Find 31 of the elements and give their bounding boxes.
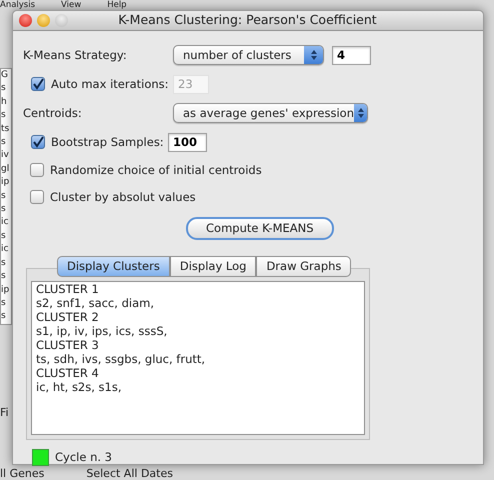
stepper-icon [354, 104, 367, 122]
tab[interactable]: Display Log [170, 256, 256, 278]
checkbox-label: Cluster by absolut values [50, 188, 196, 206]
menu-item[interactable]: Analysis [0, 0, 36, 10]
checkbox-label: Bootstrap Samples: [51, 134, 164, 151]
checkbox[interactable] [30, 190, 44, 204]
tab[interactable]: Draw Graphs [256, 256, 352, 278]
field-label: K-Means Strategy: [23, 46, 128, 64]
menu-item[interactable]: Help [107, 0, 127, 10]
samples-field[interactable]: 100 [168, 132, 207, 152]
label-text: Fi [0, 405, 10, 421]
status-text: Cycle n. 3 [55, 449, 112, 466]
checkbox[interactable] [31, 135, 45, 150]
gene-list: G s h s ts s iv gl ip s s ic s ic s s ip s s [0, 68, 12, 325]
output-text-area: CLUSTER 1 s2, snf1, sacc, diam, CLUSTER 2 s1, ip, iv, ips, ics, sssS, CLUSTER 3 ts, sdh, ivs, ssgbs, gluc, frutt, CLUSTER 4 ic, ht, s2s, s1s, [31, 281, 365, 436]
close-icon[interactable] [19, 14, 32, 27]
centroids-dropdown[interactable]: as average genes' expression [173, 103, 368, 124]
field-label: Centroids: [23, 104, 83, 122]
compute-button[interactable]: Compute K-MEANS [186, 216, 334, 240]
strategy-dropdown[interactable]: number of clusters [173, 45, 324, 66]
label-text: ll Genes [0, 466, 44, 480]
cluster-count-field[interactable]: 4 [332, 46, 371, 65]
tab[interactable]: Display Clusters [57, 256, 170, 278]
minimize-icon[interactable] [37, 14, 50, 27]
label-text: Select All Dates [86, 466, 173, 480]
window-title: K-Means Clustering: Pearson's Coefficient [117, 11, 378, 29]
checkbox-label: Randomize choice of initial centroids [50, 162, 262, 179]
checkbox-label: Auto max iterations: [51, 76, 169, 93]
stepper-icon [304, 46, 323, 64]
menu-item[interactable]: View [61, 0, 82, 10]
checkbox[interactable] [30, 163, 44, 178]
